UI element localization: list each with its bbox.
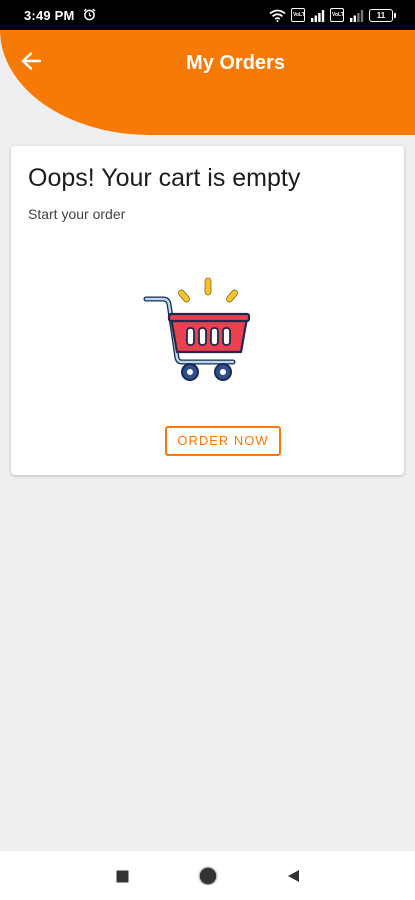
signal-icon-2 bbox=[350, 9, 364, 22]
signal-icon-1 bbox=[311, 9, 325, 22]
status-icons: VoLTE VoLTE 11 bbox=[269, 7, 396, 23]
volte-badge-1: VoLTE bbox=[291, 8, 305, 22]
alarm-icon bbox=[83, 8, 96, 21]
empty-cart-subtitle: Start your order bbox=[28, 206, 126, 222]
system-back-button[interactable] bbox=[281, 864, 305, 888]
wifi-icon bbox=[269, 9, 286, 22]
recent-apps-button[interactable] bbox=[110, 864, 134, 888]
status-time: 3:49 PM bbox=[24, 8, 75, 23]
order-now-button[interactable]: ORDER NOW bbox=[165, 426, 281, 456]
header-background bbox=[0, 30, 415, 135]
page-title: My Orders bbox=[186, 52, 285, 74]
empty-cart-card: Oops! Your cart is empty Start your orde… bbox=[11, 146, 404, 475]
circle-icon bbox=[198, 866, 218, 886]
battery-icon: 11 bbox=[369, 8, 396, 22]
home-button[interactable] bbox=[196, 864, 220, 888]
shopping-cart-icon bbox=[143, 277, 251, 381]
triangle-back-icon bbox=[287, 870, 299, 882]
system-nav-bar bbox=[0, 851, 415, 900]
empty-cart-title: Oops! Your cart is empty bbox=[28, 164, 301, 192]
status-bar: 3:49 PM VoLTE VoLTE 11 bbox=[0, 0, 415, 30]
volte-badge-2: VoLTE bbox=[330, 8, 344, 22]
square-icon bbox=[116, 870, 128, 882]
